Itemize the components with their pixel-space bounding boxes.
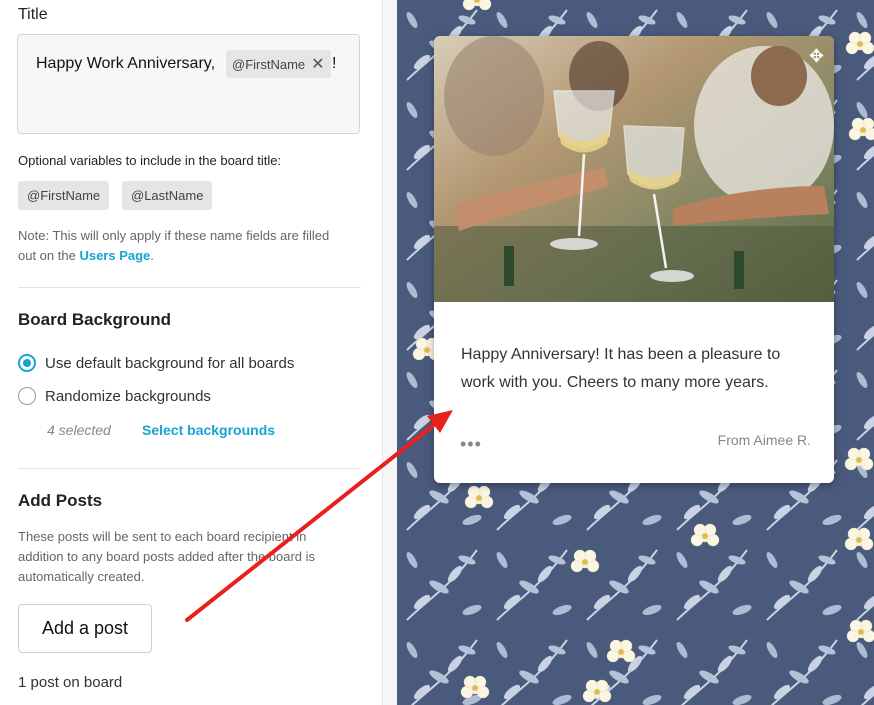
post-author: From Aimee R. [717, 432, 811, 448]
divider [18, 468, 361, 469]
more-options-icon[interactable]: ••• [460, 434, 482, 455]
selected-count: 4 selected [47, 422, 111, 438]
post-photo: ✥ [434, 36, 834, 302]
chip-remove-icon[interactable]: ✕ [311, 54, 324, 74]
post-card[interactable]: ✥ Happy Anniversary! It has been a pleas… [434, 36, 834, 483]
users-page-link[interactable]: Users Page [79, 248, 150, 263]
title-text: Happy Work Anniversary, [36, 55, 216, 72]
title-text-end: ! [332, 55, 337, 72]
variables-label: Optional variables to include in the boa… [18, 153, 282, 168]
note-body: Note: This will only apply if these name… [18, 228, 330, 263]
divider [18, 287, 361, 288]
post-count: 1 post on board [18, 674, 123, 691]
firstname-chip-label: @FirstName [232, 56, 306, 72]
post-message: Happy Anniversary! It has been a pleasur… [461, 346, 781, 391]
add-posts-heading: Add Posts [18, 491, 103, 510]
note-end: . [150, 248, 154, 263]
add-post-button[interactable]: Add a post [18, 604, 152, 653]
radio-default-background[interactable]: Use default background for all boards [18, 354, 294, 372]
radio-randomize-background[interactable]: Randomize backgrounds [18, 387, 211, 405]
firstname-variable-button[interactable]: @FirstName [18, 181, 110, 210]
firstname-chip: @FirstName ✕ [226, 50, 331, 78]
add-posts-description: These posts will be sent to each board r… [18, 529, 316, 584]
radio-unchecked-icon[interactable] [18, 387, 36, 405]
settings-panel: Title Happy Work Anniversary, @FirstName… [0, 0, 382, 705]
note-text: Note: This will only apply if these name… [18, 226, 348, 266]
title-label: Title [18, 6, 48, 23]
wine-glasses-photo [434, 36, 834, 302]
title-input[interactable]: Happy Work Anniversary, @FirstName ✕ ! [17, 34, 360, 134]
radio-randomize-label: Randomize backgrounds [45, 387, 211, 405]
select-backgrounds-link[interactable]: Select backgrounds [142, 422, 275, 438]
radio-default-label: Use default background for all boards [45, 354, 295, 372]
lastname-variable-button[interactable]: @LastName [122, 181, 213, 210]
move-icon[interactable]: ✥ [809, 46, 824, 67]
radio-checked-icon[interactable] [18, 354, 36, 372]
panel-divider [382, 0, 397, 705]
board-background-heading: Board Background [18, 310, 172, 329]
